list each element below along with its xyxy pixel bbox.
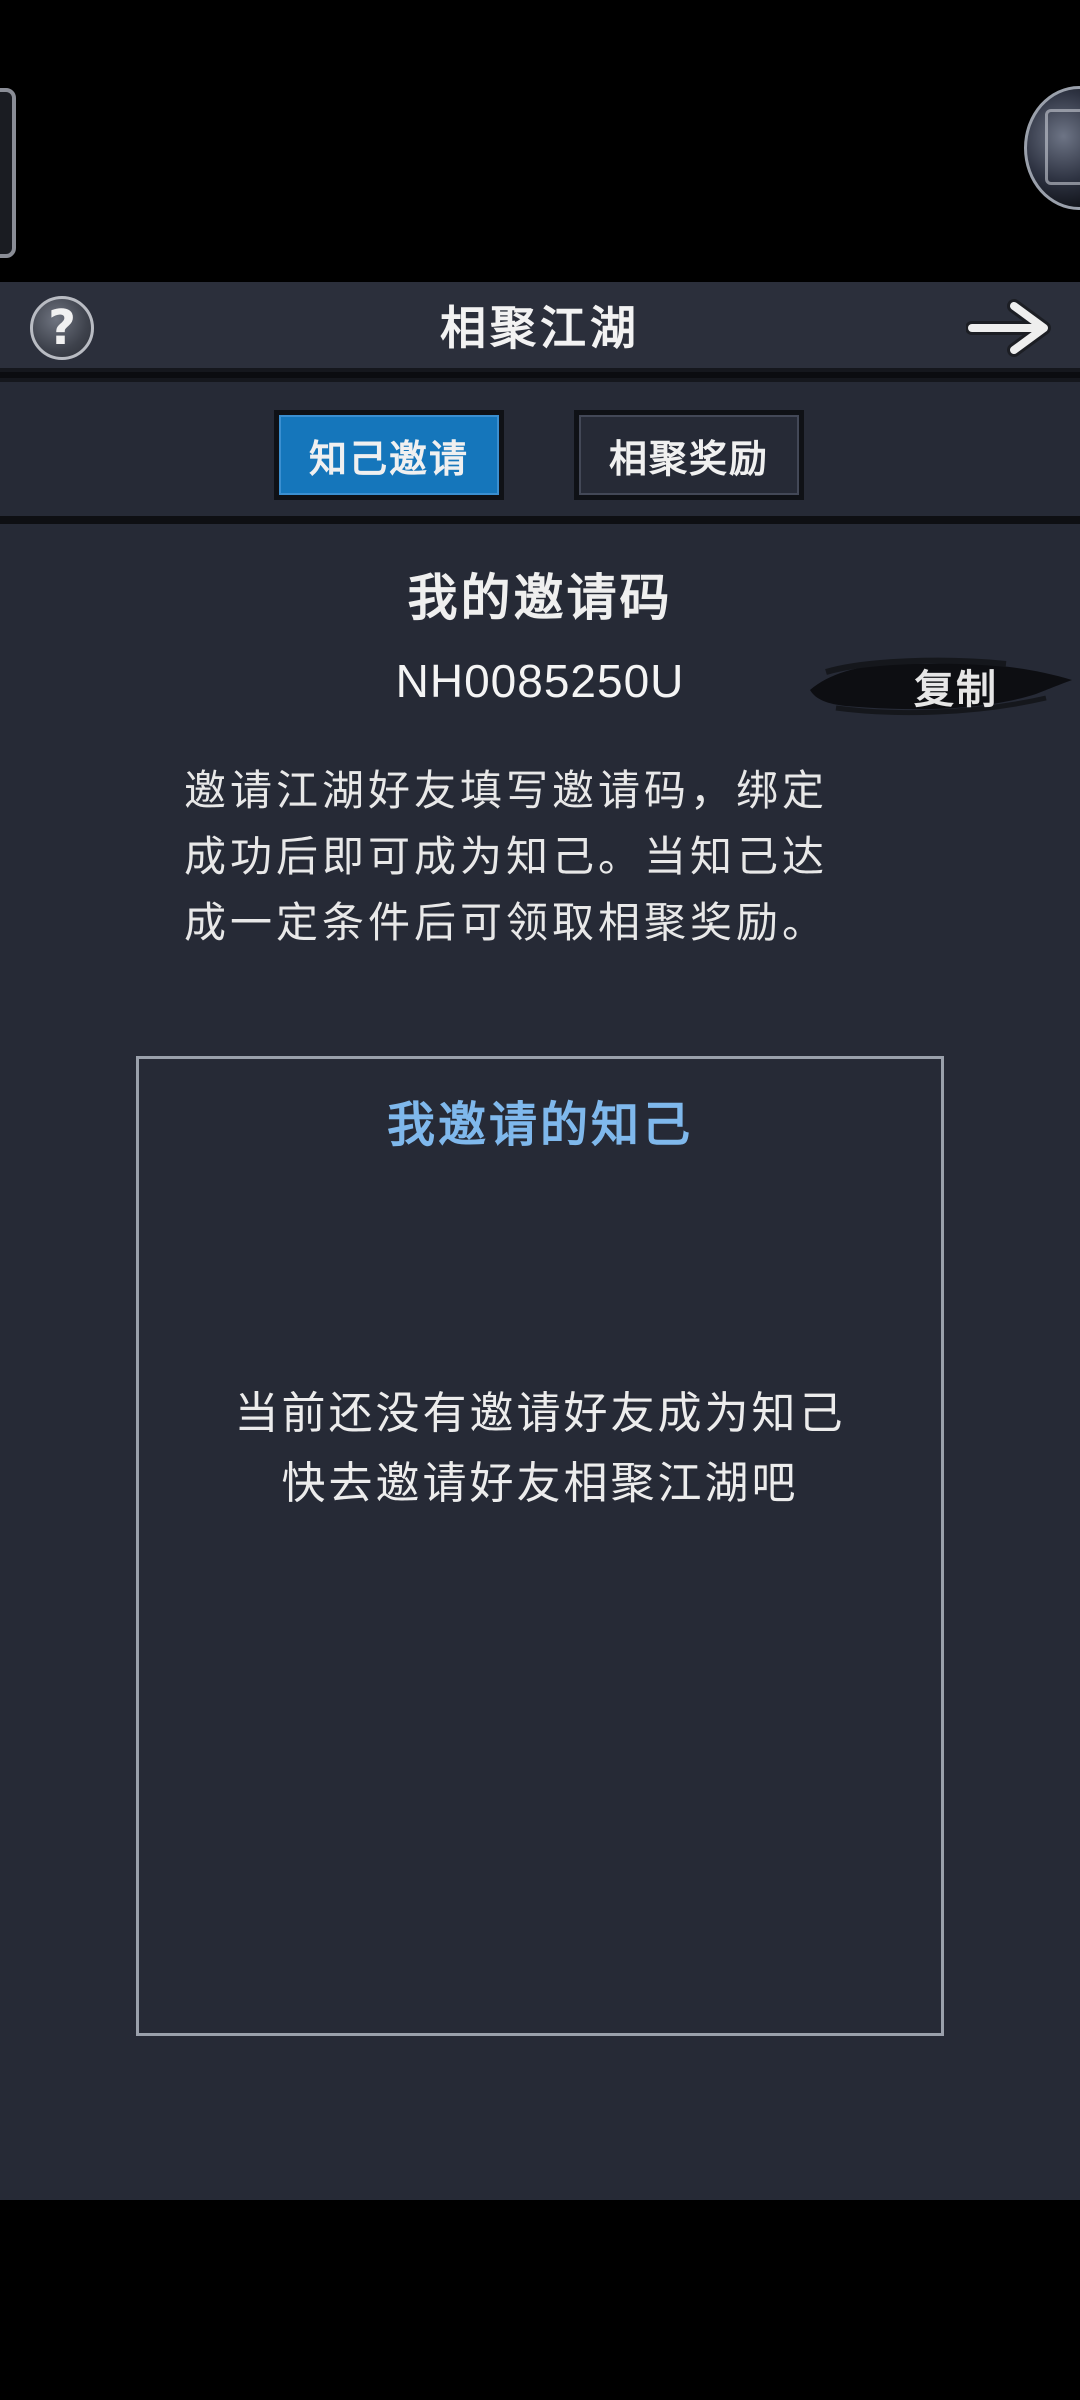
corner-portrait-icon[interactable] <box>1024 86 1080 210</box>
description-line: 成功后即可成为知己。当知己达 <box>184 832 829 881</box>
copy-button[interactable]: 复制 <box>806 650 1076 722</box>
invited-friends-box: 我邀请的知己 当前还没有邀请好友成为知己 快去邀请好友相聚江湖吧 <box>136 1056 944 2036</box>
arrow-right-icon <box>965 299 1051 357</box>
invite-description: 邀请江湖好友填写邀请码，绑定 成功后即可成为知己。当知己达 成一定条件后可领取相… <box>184 758 904 956</box>
tab-friend-invite[interactable]: 知己邀请 <box>274 410 504 500</box>
empty-state-line: 快去邀请好友相聚江湖吧 <box>281 1458 799 1509</box>
bottom-letterbox <box>0 2200 1080 2400</box>
tabs-divider <box>0 516 1080 524</box>
left-frame-ornament <box>0 88 16 258</box>
top-letterbox <box>0 0 1080 282</box>
forward-button[interactable] <box>965 296 1060 360</box>
copy-label: 复制 <box>914 666 998 713</box>
description-line: 成一定条件后可领取相聚奖励。 <box>184 898 829 947</box>
tab-gathering-rewards[interactable]: 相聚奖励 <box>574 410 804 500</box>
tab-bar: 知己邀请 相聚奖励 <box>0 410 1080 500</box>
invited-friends-title: 我邀请的知己 <box>386 1097 693 1153</box>
empty-state-message: 当前还没有邀请好友成为知己 快去邀请好友相聚江湖吧 <box>139 1379 941 1519</box>
question-mark-icon: ? <box>48 300 76 356</box>
invite-code-title: 我的邀请码 <box>407 568 673 627</box>
invite-panel: 相聚江湖 ? 知己邀请 相聚奖励 我的邀请码 NH0085250U 复制 邀请江… <box>0 282 1080 2200</box>
page-title: 相聚江湖 <box>440 301 640 355</box>
description-line: 邀请江湖好友填写邀请码，绑定 <box>184 766 829 815</box>
panel-header: 相聚江湖 ? <box>0 282 1080 368</box>
header-divider <box>0 368 1080 382</box>
help-button[interactable]: ? <box>30 296 94 360</box>
empty-state-line: 当前还没有邀请好友成为知己 <box>234 1388 846 1439</box>
